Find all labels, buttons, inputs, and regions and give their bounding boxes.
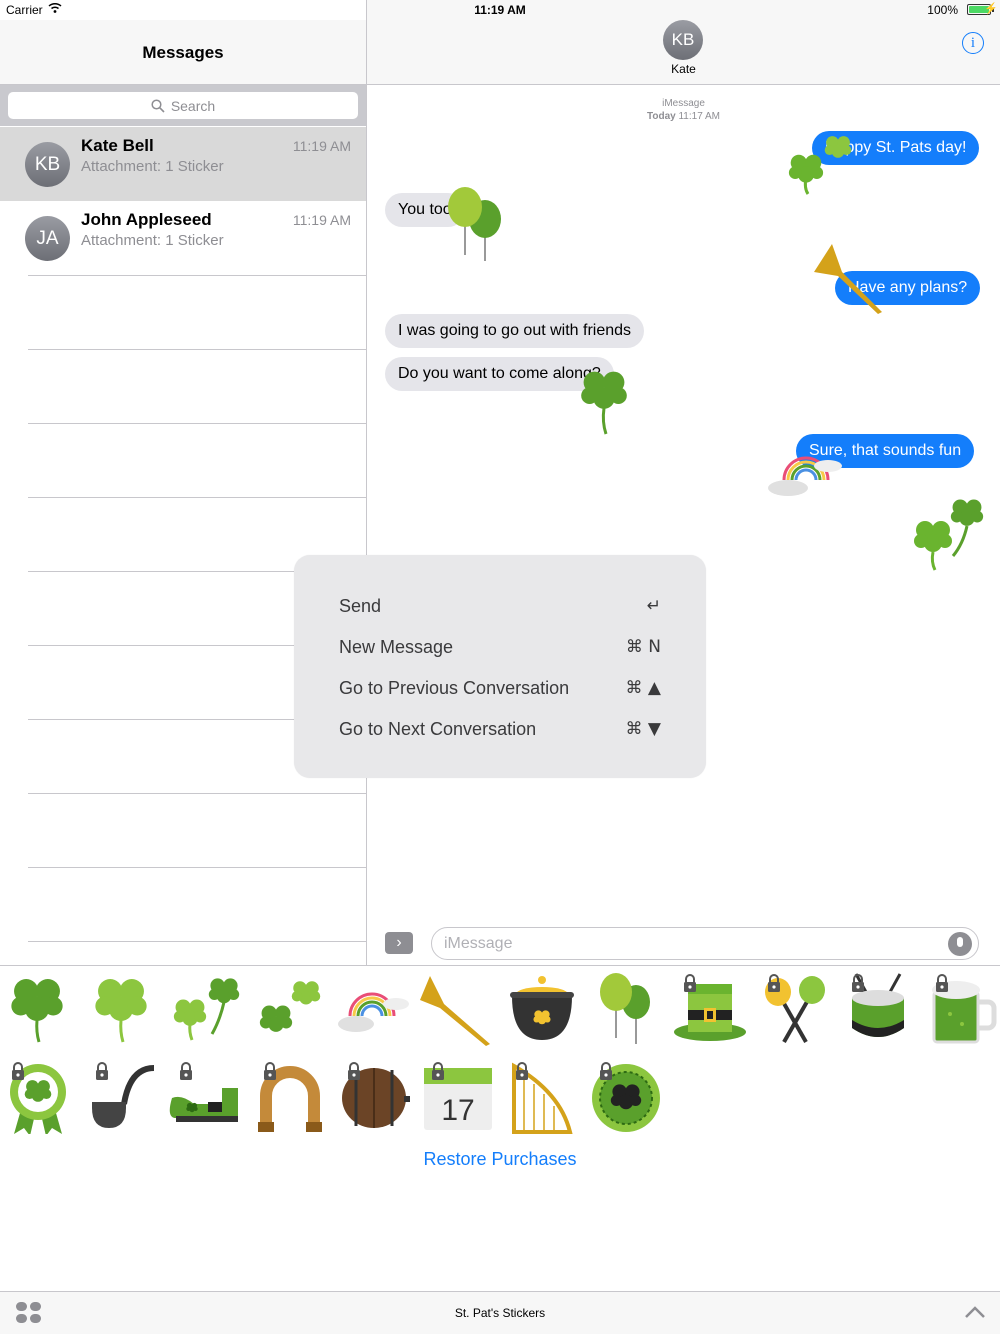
chevron-right-icon[interactable]: › [385, 932, 413, 954]
sticker-pack-name: St. Pat's Stickers [454, 1306, 546, 1320]
service-label: iMessage [662, 98, 705, 109]
sidebar-title: Messages [142, 43, 224, 62]
conversation-list-pane: Messages Search KB Kate Bell Attachment:… [0, 0, 366, 965]
sidebar-header: Messages [0, 20, 366, 85]
balloons-icon[interactable] [588, 970, 664, 1046]
restore-purchases-button[interactable]: Restore Purchases [0, 1149, 1000, 1170]
shortcut-previous-conversation[interactable]: Go to Previous Conversation ⌘ ▲ [339, 674, 661, 704]
list-separator [28, 275, 366, 276]
leprechaun-shoe-icon[interactable] [168, 1058, 244, 1134]
two-shamrocks-sticker[interactable] [905, 492, 990, 574]
shortcut-label: New Message [339, 637, 454, 657]
ribbon-badge-icon[interactable] [0, 1058, 76, 1134]
battery-percent: 100% [927, 3, 958, 17]
message-bubble-incoming[interactable]: I was going to go out with friends [385, 314, 645, 348]
message-input[interactable]: iMessage [431, 927, 979, 960]
list-separator [28, 867, 366, 868]
shortcut-label: Send [339, 596, 382, 616]
barrel-icon[interactable] [336, 1058, 412, 1134]
shortcut-key: ⌘ N [625, 637, 661, 657]
conversation-item-kate-bell[interactable]: KB Kate Bell Attachment: 1 Sticker 11:19… [0, 127, 366, 201]
return-key-icon: ↵ [646, 596, 661, 616]
pot-of-gold-icon[interactable] [504, 970, 580, 1046]
pane-divider [366, 0, 367, 965]
light-shamrock-icon[interactable] [84, 970, 160, 1046]
horseshoe-icon[interactable] [252, 1058, 328, 1134]
shortcut-label: Go to Previous Conversation [339, 678, 570, 698]
shamrock-sticker[interactable] [570, 358, 640, 438]
transcript-timestamp: iMessage Today 11:17 AM [367, 97, 1000, 123]
conversation-name: Kate Bell [81, 136, 154, 155]
status-time: 11:19 AM [474, 3, 526, 17]
two-shamrocks-icon[interactable] [168, 970, 244, 1046]
search-input[interactable]: Search [8, 92, 358, 119]
info-icon[interactable]: i [962, 32, 984, 54]
list-separator [28, 497, 366, 498]
avatar: JA [25, 216, 70, 261]
horn-icon[interactable] [420, 970, 496, 1046]
conversation-time: 11:19 AM [292, 212, 351, 228]
shortcut-key: ⌘ ▼ [625, 719, 661, 739]
rainbow-sticker[interactable] [766, 450, 846, 498]
calendar-date: 17 [441, 1094, 474, 1127]
conversation-preview: Attachment: 1 Sticker [81, 158, 224, 175]
microphone-icon[interactable] [948, 932, 972, 956]
shortcut-new-message[interactable]: New Message ⌘ N [339, 633, 661, 663]
status-bar: Carrier 11:19 AM 100% ⚡ [0, 0, 1000, 20]
balloons-sticker[interactable] [443, 185, 508, 263]
shamrock-icon[interactable] [0, 970, 76, 1046]
contact-avatar[interactable]: KB [663, 20, 703, 60]
day-label: Today [646, 111, 676, 122]
conversation-name: John Appleseed [81, 210, 212, 229]
compose-bar: › iMessage [367, 920, 1000, 965]
conversation-time: 11:19 AM [292, 138, 351, 154]
shamrock-badge-icon[interactable] [588, 1058, 664, 1134]
app-drawer-bar: St. Pat's Stickers [0, 1291, 1000, 1334]
time-label: 11:17 AM [678, 111, 720, 122]
shamrock-sticker[interactable] [780, 128, 860, 198]
green-beer-icon[interactable] [924, 970, 1000, 1046]
list-separator [28, 941, 366, 942]
search-bar: Search [0, 85, 366, 126]
search-icon [151, 98, 165, 113]
maracas-icon[interactable] [756, 970, 832, 1046]
sticker-drawer: 17 Restore Purchases [0, 965, 1000, 1291]
keyboard-shortcuts-panel: Send ↵ New Message ⌘ N Go to Previous Co… [294, 555, 706, 778]
shortcut-label: Go to Next Conversation [339, 719, 537, 739]
list-separator [28, 349, 366, 350]
conversation-item-john-appleseed[interactable]: JA John Appleseed Attachment: 1 Sticker … [0, 201, 366, 275]
pipe-icon[interactable] [84, 1058, 160, 1134]
list-separator [28, 423, 366, 424]
list-separator [28, 793, 366, 794]
conversation-preview: Attachment: 1 Sticker [81, 232, 224, 249]
shortcut-send[interactable]: Send ↵ [339, 592, 661, 622]
shamrock-pair-icon[interactable] [252, 970, 328, 1046]
calendar-icon[interactable]: 17 [420, 1058, 496, 1134]
chevron-up-icon[interactable] [964, 1304, 986, 1320]
drum-icon[interactable] [840, 970, 916, 1046]
rainbow-icon[interactable] [336, 970, 412, 1046]
shortcut-next-conversation[interactable]: Go to Next Conversation ⌘ ▼ [339, 715, 661, 745]
search-placeholder: Search [170, 97, 216, 114]
horn-sticker[interactable] [812, 242, 887, 317]
avatar: KB [25, 142, 70, 187]
contact-name[interactable]: Kate [367, 62, 1000, 76]
charging-icon: ⚡ [984, 3, 998, 15]
message-placeholder: iMessage [444, 935, 513, 952]
shortcut-key: ⌘ ▲ [625, 678, 661, 698]
harp-icon[interactable] [504, 1058, 580, 1134]
leprechaun-hat-icon[interactable] [672, 970, 748, 1046]
